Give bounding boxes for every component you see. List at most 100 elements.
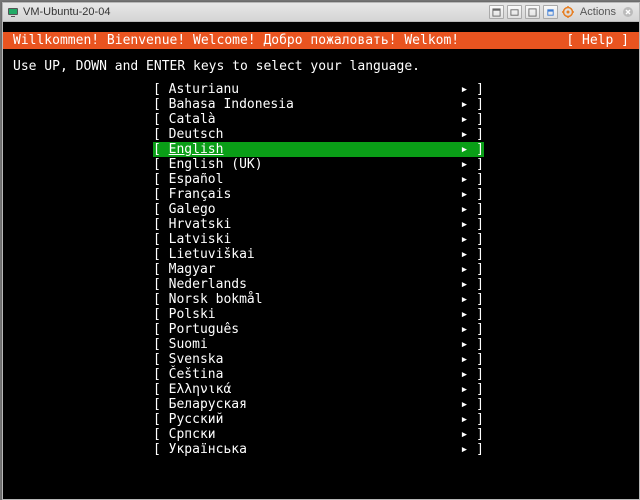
instruction-text: Use UP, DOWN and ENTER keys to select yo…: [3, 49, 639, 82]
language-label: English: [169, 142, 224, 157]
titlebar: VM-Ubuntu-20-04 Actions: [3, 3, 639, 22]
language-option[interactable]: [ English▸ ]: [153, 142, 484, 157]
language-label: Asturianu: [169, 82, 239, 97]
vm-console-icon: [7, 6, 19, 18]
chevron-right-icon: ▸: [461, 127, 477, 142]
language-label: Español: [169, 172, 224, 187]
welcome-text: Willkommen! Bienvenue! Welcome! Добро по…: [13, 32, 459, 49]
close-bracket: ]: [476, 442, 484, 457]
language-option[interactable]: [ Français▸ ]: [153, 187, 484, 202]
language-option[interactable]: [ Suomi▸ ]: [153, 337, 484, 352]
close-bracket: ]: [476, 367, 484, 382]
close-bracket: ]: [476, 202, 484, 217]
gear-icon[interactable]: [561, 5, 575, 19]
window-control-3[interactable]: [525, 5, 540, 19]
language-label: Suomi: [169, 337, 208, 352]
language-option[interactable]: [ Latviski▸ ]: [153, 232, 484, 247]
chevron-right-icon: ▸: [461, 247, 477, 262]
language-option[interactable]: [ Galego▸ ]: [153, 202, 484, 217]
close-bracket: ]: [476, 172, 484, 187]
open-bracket: [: [153, 127, 169, 142]
language-list[interactable]: [ Asturianu▸ ][ Bahasa Indonesia▸ ][ Cat…: [3, 82, 639, 457]
language-option[interactable]: [ Čeština▸ ]: [153, 367, 484, 382]
close-bracket: ]: [476, 397, 484, 412]
window-control-2[interactable]: [507, 5, 522, 19]
close-bracket: ]: [476, 112, 484, 127]
language-option[interactable]: [ Português▸ ]: [153, 322, 484, 337]
language-label: Hrvatski: [169, 217, 232, 232]
language-option[interactable]: [ Ελληνικά▸ ]: [153, 382, 484, 397]
close-bracket: ]: [476, 262, 484, 277]
language-option[interactable]: [ Lietuviškai▸ ]: [153, 247, 484, 262]
chevron-right-icon: ▸: [461, 97, 477, 112]
installer-header: Willkommen! Bienvenue! Welcome! Добро по…: [3, 32, 639, 49]
close-bracket: ]: [476, 247, 484, 262]
chevron-right-icon: ▸: [461, 142, 477, 157]
language-label: Nederlands: [169, 277, 247, 292]
language-option[interactable]: [ Norsk bokmål▸ ]: [153, 292, 484, 307]
open-bracket: [: [153, 172, 169, 187]
actions-dropdown-label[interactable]: Actions: [580, 6, 616, 18]
language-option[interactable]: [ Русский▸ ]: [153, 412, 484, 427]
vm-window: VM-Ubuntu-20-04 Actions: [2, 2, 640, 500]
close-bracket: ]: [476, 157, 484, 172]
language-option[interactable]: [ English (UK)▸ ]: [153, 157, 484, 172]
chevron-right-icon: ▸: [461, 382, 477, 397]
chevron-right-icon: ▸: [461, 322, 477, 337]
language-label: Galego: [169, 202, 216, 217]
open-bracket: [: [153, 307, 169, 322]
language-option[interactable]: [ Svenska ▸ ]: [153, 352, 484, 367]
chevron-right-icon: ▸: [461, 187, 477, 202]
language-label: Ελληνικά: [169, 382, 232, 397]
open-bracket: [: [153, 442, 169, 457]
language-option[interactable]: [ Español▸ ]: [153, 172, 484, 187]
titlebar-controls: Actions: [489, 5, 635, 19]
language-label: Українська: [169, 442, 247, 457]
chevron-right-icon: ▸: [461, 337, 477, 352]
chevron-right-icon: ▸: [461, 352, 477, 367]
language-label: Русский: [169, 412, 224, 427]
language-option[interactable]: [ Polski▸ ]: [153, 307, 484, 322]
chevron-right-icon: ▸: [461, 427, 477, 442]
chevron-right-icon: ▸: [461, 157, 477, 172]
close-bracket: ]: [476, 127, 484, 142]
close-bracket: ]: [476, 232, 484, 247]
chevron-right-icon: ▸: [461, 217, 477, 232]
close-bracket: ]: [476, 82, 484, 97]
language-label: Português: [169, 322, 239, 337]
language-label: Français: [169, 187, 232, 202]
open-bracket: [: [153, 412, 169, 427]
language-option[interactable]: [ Català▸ ]: [153, 112, 484, 127]
window-control-4[interactable]: [543, 5, 558, 19]
language-label: Català: [169, 112, 216, 127]
open-bracket: [: [153, 232, 169, 247]
window-control-1[interactable]: [489, 5, 504, 19]
language-option[interactable]: [ Nederlands▸ ]: [153, 277, 484, 292]
language-option[interactable]: [ Беларуская▸ ]: [153, 397, 484, 412]
close-bracket: ]: [476, 337, 484, 352]
language-option[interactable]: [ Српски▸ ]: [153, 427, 484, 442]
language-label: Svenska: [169, 352, 224, 367]
window-title: VM-Ubuntu-20-04: [23, 6, 110, 18]
open-bracket: [: [153, 112, 169, 127]
language-label: Čeština: [169, 367, 224, 382]
language-option[interactable]: [ Bahasa Indonesia▸ ]: [153, 97, 484, 112]
language-option[interactable]: [ Magyar▸ ]: [153, 262, 484, 277]
chevron-right-icon: ▸: [461, 307, 477, 322]
close-bracket: ]: [476, 277, 484, 292]
close-icon[interactable]: [621, 5, 635, 19]
language-label: Bahasa Indonesia: [169, 97, 294, 112]
language-option[interactable]: [ Deutsch▸ ]: [153, 127, 484, 142]
open-bracket: [: [153, 427, 169, 442]
open-bracket: [: [153, 352, 169, 367]
chevron-right-icon: ▸: [461, 82, 477, 97]
language-label: Српски: [169, 427, 216, 442]
close-bracket: ]: [476, 352, 484, 367]
language-option[interactable]: [ Asturianu▸ ]: [153, 82, 484, 97]
language-option[interactable]: [ Hrvatski▸ ]: [153, 217, 484, 232]
chevron-right-icon: ▸: [461, 232, 477, 247]
language-option[interactable]: [ Українська ▸ ]: [153, 442, 484, 457]
open-bracket: [: [153, 157, 169, 172]
chevron-right-icon: ▸: [461, 442, 477, 457]
help-button[interactable]: [ Help ]: [566, 32, 629, 49]
